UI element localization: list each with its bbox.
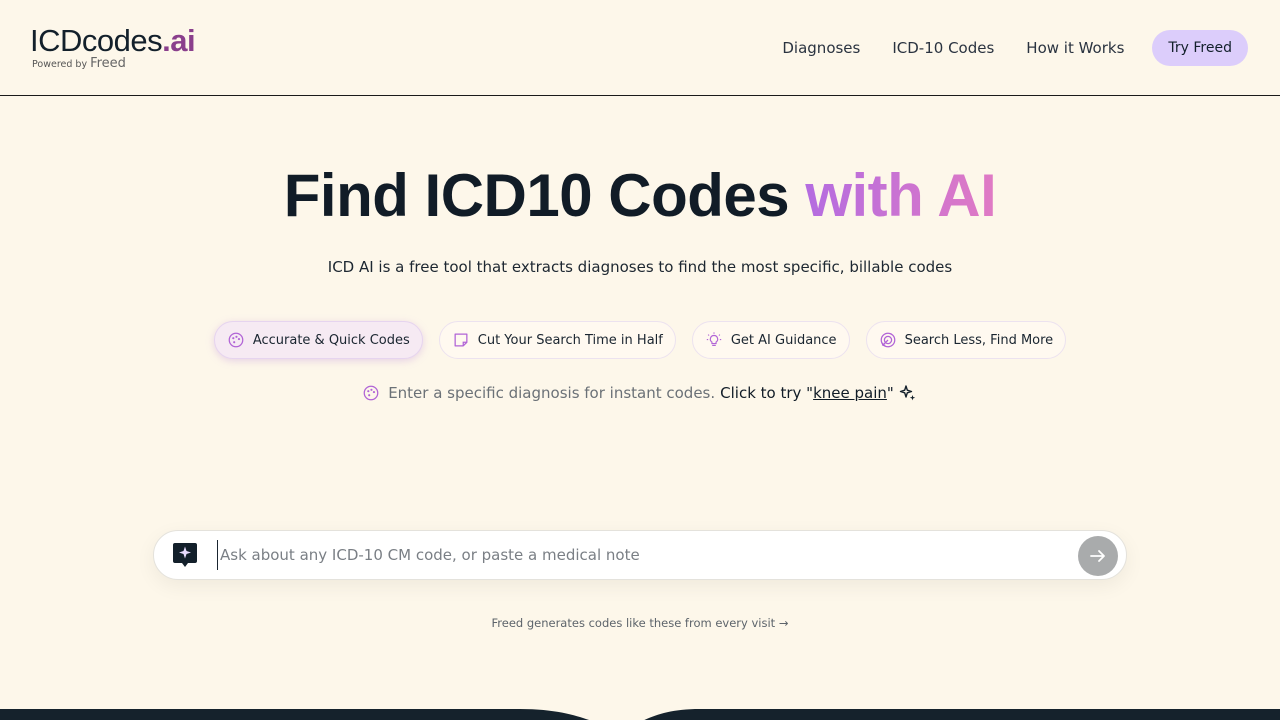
target-icon (880, 332, 895, 348)
palette-icon (228, 332, 244, 348)
chip-cut-search-time[interactable]: Cut Your Search Time in Half (438, 321, 676, 359)
arrow-right-icon (1090, 550, 1105, 562)
logo-wordmark: ICDcodes.ai (30, 23, 196, 58)
hero-title-accent: with AI (805, 162, 997, 229)
hint-text: Enter a specific diagnosis for instant c… (388, 384, 716, 402)
ai-chat-icon (173, 543, 197, 567)
site-header: ICDcodes.ai Powered by Freed Diagnoses I… (0, 0, 1280, 96)
chip-accurate-quick-codes[interactable]: Accurate & Quick Codes (213, 321, 423, 359)
lightbulb-icon (706, 332, 722, 346)
chip-get-ai-guidance[interactable]: Get AI Guidance (691, 321, 850, 359)
hero-title: Find ICD10 Codes with AI (283, 162, 997, 229)
search-hint: Enter a specific diagnosis for instant c… (0, 383, 1280, 403)
main-nav: Diagnoses ICD-10 Codes How it Works Try … (782, 30, 1248, 66)
note-icon (454, 333, 468, 347)
bottom-wave (0, 709, 1280, 720)
nav-icd10-codes[interactable]: ICD-10 Codes (892, 30, 994, 66)
hero-subtitle: ICD AI is a free tool that extracts diag… (327, 258, 953, 276)
sparkle-icon (899, 385, 915, 401)
try-knee-pain-link[interactable]: knee pain (813, 384, 887, 402)
feature-chips: Accurate & Quick Codes Cut Your Search T… (0, 321, 1280, 359)
bottom-dark-section (0, 707, 1280, 720)
chip-search-less-find-more[interactable]: Search Less, Find More (865, 321, 1067, 359)
try-freed-button[interactable]: Try Freed (1152, 30, 1248, 66)
nav-how-it-works[interactable]: How it Works (1026, 30, 1124, 66)
submit-button[interactable] (1078, 536, 1118, 576)
logo[interactable]: ICDcodes.ai Powered by Freed (30, 23, 196, 72)
freed-generates-link[interactable]: Freed generates codes like these from ev… (0, 616, 1280, 630)
search-bar (153, 530, 1127, 580)
search-input[interactable] (217, 540, 1067, 570)
logo-powered-by: Powered by Freed (32, 56, 126, 71)
nav-diagnoses[interactable]: Diagnoses (782, 30, 860, 66)
hint-try-text: Click to try "knee pain" (720, 384, 894, 402)
palette-icon (363, 385, 379, 401)
